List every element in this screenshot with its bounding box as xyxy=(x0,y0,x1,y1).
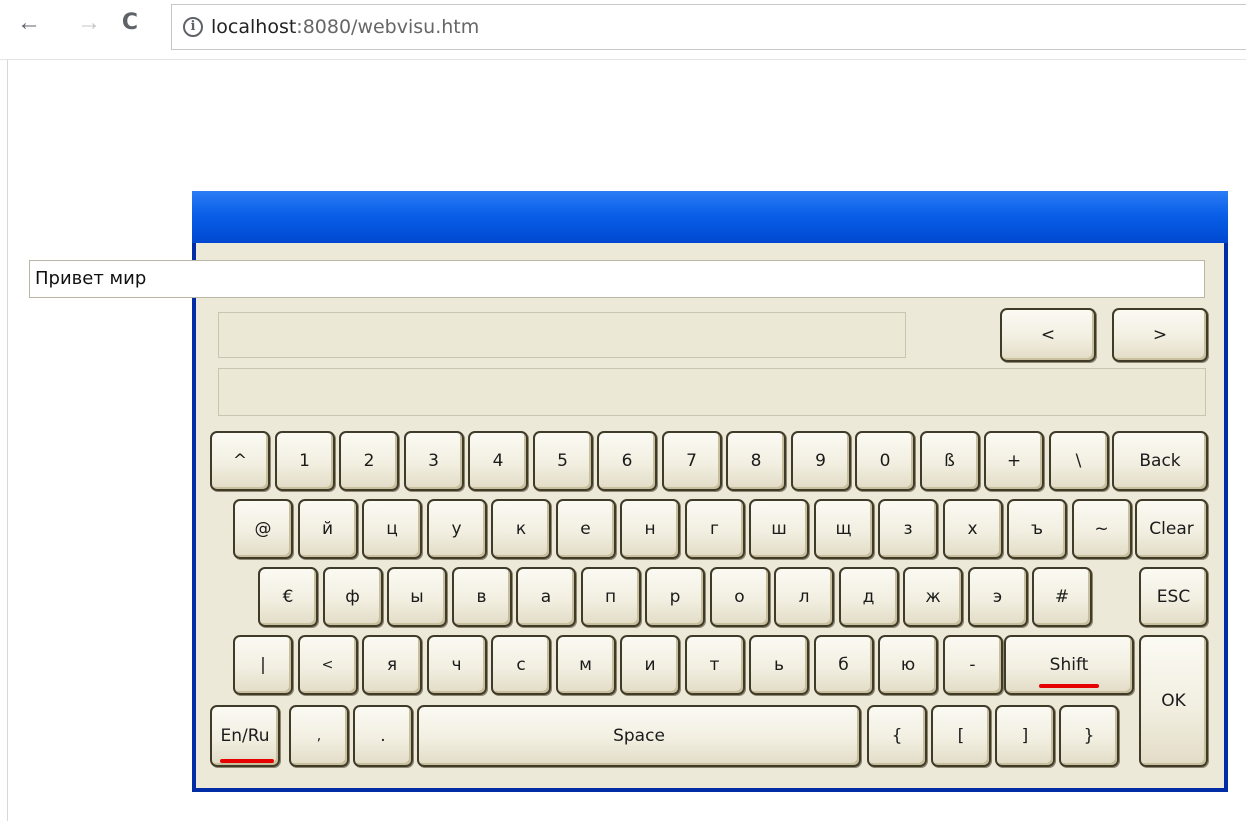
key-1[interactable]: 1 xyxy=(274,431,335,491)
text-input[interactable]: Привет мир xyxy=(29,260,1205,298)
back-icon[interactable]: ← xyxy=(16,10,42,36)
key-9[interactable]: 9 xyxy=(790,431,851,491)
forward-icon[interactable]: → xyxy=(76,10,102,36)
key-r4-4[interactable]: { xyxy=(867,705,927,767)
key-r4-7[interactable]: } xyxy=(1059,705,1119,767)
key-r3-11[interactable]: - xyxy=(942,635,1003,695)
key-r3-8[interactable]: ь xyxy=(749,635,809,695)
key-3[interactable]: 3 xyxy=(403,431,464,491)
key-r1-5[interactable]: е xyxy=(555,499,616,559)
key-r1-6[interactable]: н xyxy=(620,499,680,559)
key-r2-8[interactable]: л xyxy=(774,567,834,627)
key-5[interactable]: 5 xyxy=(532,431,593,491)
key-r1-2[interactable]: ц xyxy=(362,499,422,559)
toolbar-divider xyxy=(0,59,1246,60)
key-r1-7[interactable]: г xyxy=(684,499,745,559)
reload-icon[interactable]: C xyxy=(117,10,143,36)
shift-highlight xyxy=(1039,684,1099,688)
cursor-left-button[interactable]: < xyxy=(1000,308,1096,362)
key-enru[interactable]: En/Ru xyxy=(210,705,280,767)
url-path: :8080/webvisu.htm xyxy=(296,16,480,38)
key-r0-0[interactable]: ^ xyxy=(210,431,270,491)
key-r2-3[interactable]: в xyxy=(451,567,512,627)
key-ok[interactable]: OK xyxy=(1139,635,1208,767)
key-r4-1[interactable]: , xyxy=(289,705,349,767)
key-r2-2[interactable]: ы xyxy=(387,567,447,627)
key-r3-3[interactable]: ч xyxy=(426,635,487,695)
key-r1-0[interactable]: @ xyxy=(233,499,293,559)
key-space[interactable]: Space xyxy=(417,705,861,767)
key-r3-7[interactable]: т xyxy=(684,635,745,695)
key-r2-10[interactable]: ж xyxy=(903,567,963,627)
key-0[interactable]: 0 xyxy=(855,431,915,491)
key-r3-9[interactable]: б xyxy=(813,635,874,695)
key-r1-4[interactable]: к xyxy=(491,499,551,559)
key-r3-0[interactable]: | xyxy=(233,635,293,695)
en-ru-highlight xyxy=(220,759,274,763)
key-2[interactable]: 2 xyxy=(339,431,399,491)
url-host: localhost xyxy=(211,16,297,38)
key-r3-6[interactable]: и xyxy=(620,635,680,695)
key-r3-1[interactable]: < xyxy=(297,635,358,695)
key-r3-10[interactable]: ю xyxy=(878,635,938,695)
key-r1-9[interactable]: щ xyxy=(813,499,874,559)
key-r1-8[interactable]: ш xyxy=(749,499,809,559)
key-r2-5[interactable]: п xyxy=(580,567,641,627)
key-r4-6[interactable]: ] xyxy=(995,705,1055,767)
key-r1-12[interactable]: ъ xyxy=(1007,499,1067,559)
url-text[interactable]: localhost:8080/webvisu.htm xyxy=(211,16,479,38)
key-r2-4[interactable]: а xyxy=(516,567,576,627)
key-r2-0[interactable]: € xyxy=(258,567,318,627)
key-r2-11[interactable]: э xyxy=(967,567,1028,627)
dialog-titlebar xyxy=(192,191,1228,243)
key-r2-7[interactable]: о xyxy=(709,567,770,627)
key-7[interactable]: 7 xyxy=(661,431,722,491)
cursor-right-button[interactable]: > xyxy=(1112,308,1208,362)
key-r3-4[interactable]: с xyxy=(491,635,551,695)
key-r0-13[interactable]: \ xyxy=(1048,431,1109,491)
key-esc[interactable]: ESC xyxy=(1139,567,1208,627)
suggestion-field xyxy=(218,312,906,358)
key-r1-13[interactable]: ~ xyxy=(1071,499,1132,559)
key-r0-12[interactable]: + xyxy=(984,431,1044,491)
key-r3-5[interactable]: м xyxy=(555,635,616,695)
address-bar[interactable]: i localhost:8080/webvisu.htm xyxy=(171,4,1246,50)
key-r1-1[interactable]: й xyxy=(297,499,358,559)
info-icon[interactable]: i xyxy=(183,17,203,37)
key-r0-11[interactable]: ß xyxy=(919,431,980,491)
key-r1-10[interactable]: з xyxy=(878,499,938,559)
key-r1-3[interactable]: у xyxy=(426,499,487,559)
key-4[interactable]: 4 xyxy=(468,431,528,491)
key-r3-2[interactable]: я xyxy=(362,635,422,695)
info-field xyxy=(218,368,1206,416)
key-r1-11[interactable]: х xyxy=(942,499,1003,559)
key-back[interactable]: Back xyxy=(1112,431,1208,491)
key-r2-12[interactable]: # xyxy=(1032,567,1092,627)
key-r2-1[interactable]: ф xyxy=(322,567,383,627)
key-clear[interactable]: Clear xyxy=(1135,499,1208,559)
key-r2-6[interactable]: р xyxy=(645,567,705,627)
page-left-border xyxy=(7,60,8,821)
key-r4-5[interactable]: [ xyxy=(931,705,991,767)
key-6[interactable]: 6 xyxy=(597,431,657,491)
key-r2-9[interactable]: д xyxy=(838,567,899,627)
key-8[interactable]: 8 xyxy=(726,431,786,491)
key-r4-2[interactable]: . xyxy=(353,705,413,767)
